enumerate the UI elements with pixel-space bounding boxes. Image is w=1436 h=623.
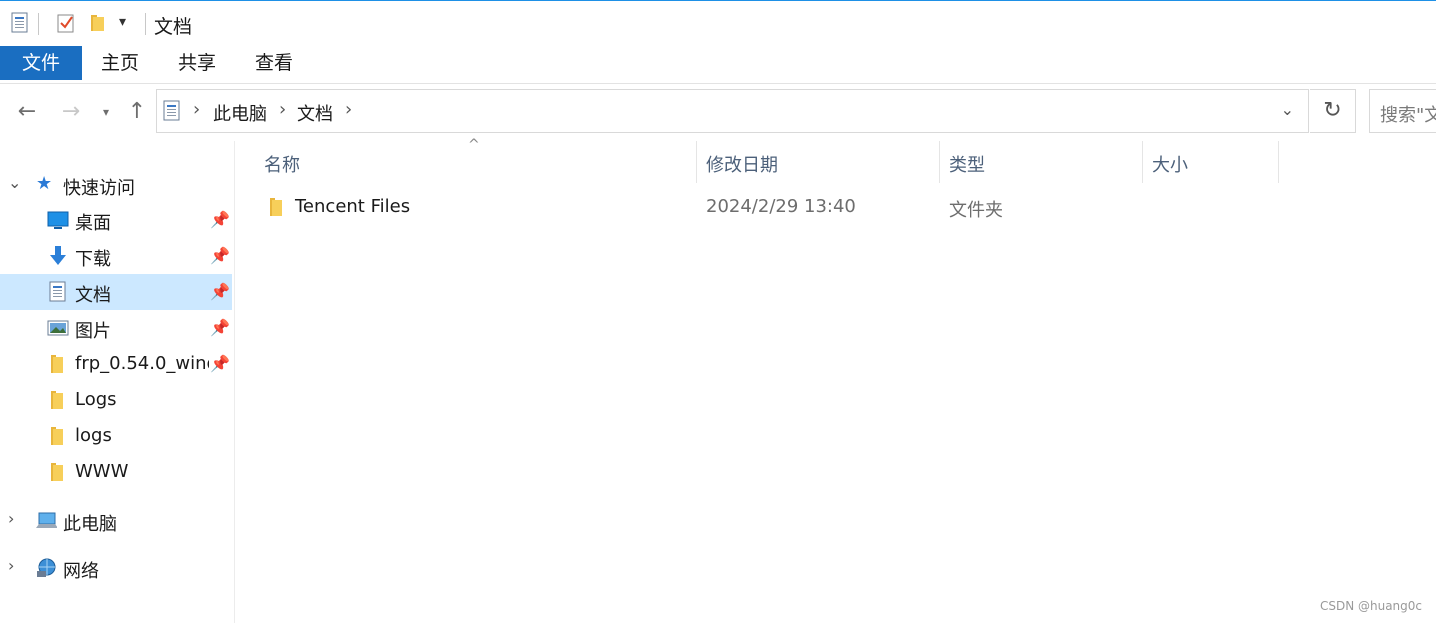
sidebar-item-label: 快速访问	[63, 178, 135, 199]
title-bar: ▾ 文档	[0, 4, 1436, 42]
new-folder-icon[interactable]	[88, 12, 108, 34]
download-icon	[50, 246, 66, 265]
file-name: Tencent Files	[295, 196, 411, 217]
star-icon: ★	[36, 173, 53, 194]
tab-home[interactable]: 主页	[90, 46, 150, 80]
column-header-modified[interactable]: 修改日期	[698, 141, 938, 183]
toolbar-separator	[38, 13, 39, 35]
sidebar-item-this-pc[interactable]: › 此电脑	[0, 503, 232, 539]
column-header-size[interactable]: 大小	[1144, 141, 1278, 183]
sidebar-item-label: logs	[75, 425, 112, 446]
folder-icon	[270, 198, 282, 216]
refresh-button[interactable]: ↻	[1310, 89, 1356, 133]
file-type: 文件夹	[949, 200, 1003, 221]
column-header-label: 修改日期	[706, 155, 778, 176]
sidebar-item-label: 下载	[75, 249, 111, 270]
column-divider[interactable]	[939, 141, 940, 183]
pin-icon[interactable]: 📌	[210, 282, 230, 301]
column-divider[interactable]	[1142, 141, 1143, 183]
breadcrumb-chevron-icon[interactable]: ›	[279, 99, 286, 120]
pictures-icon	[47, 320, 69, 336]
search-box[interactable]: 搜索"文	[1369, 89, 1436, 133]
chevron-right-icon[interactable]: ›	[8, 556, 14, 575]
pin-icon[interactable]: 📌	[210, 210, 230, 229]
breadcrumb-chevron-icon[interactable]: ›	[345, 99, 352, 120]
tab-view[interactable]: 查看	[244, 46, 304, 80]
column-header-label: 名称	[264, 155, 300, 176]
sidebar-item-label: 图片	[75, 321, 111, 342]
sidebar-item-pictures[interactable]: 图片 📌	[0, 310, 232, 346]
folder-icon	[51, 391, 63, 409]
column-header-name[interactable]: 名称	[256, 141, 696, 183]
chevron-down-icon: ▾	[102, 105, 110, 119]
column-divider[interactable]	[1278, 141, 1279, 183]
document-icon	[49, 281, 66, 302]
sidebar-item-network[interactable]: › 网络	[0, 550, 232, 586]
sidebar-item-label: 此电脑	[63, 514, 117, 535]
customize-toolbar-icon[interactable]: ▾	[119, 14, 126, 30]
properties-icon[interactable]	[56, 12, 76, 34]
sidebar-item-logs-upper[interactable]: Logs	[0, 382, 232, 418]
sidebar-item-label: 文档	[75, 285, 111, 306]
document-icon	[163, 100, 180, 121]
file-list: ^ 名称 修改日期 类型 大小 Tencent Files 2024/2/29 …	[236, 137, 1436, 623]
chevron-down-icon[interactable]: ⌄	[8, 173, 21, 192]
folder-icon	[51, 355, 63, 373]
breadcrumb-chevron-icon[interactable]: ›	[193, 99, 200, 120]
toolbar-separator	[145, 13, 146, 35]
watermark: CSDN @huang0c	[1319, 599, 1422, 613]
forward-button[interactable]: →	[56, 96, 86, 128]
back-button[interactable]: ←	[12, 96, 42, 128]
sidebar-item-label: 桌面	[75, 213, 111, 234]
network-icon	[37, 558, 56, 577]
up-button[interactable]: ↑	[122, 96, 152, 128]
ribbon: 文件 主页 共享 查看	[0, 46, 1436, 84]
breadcrumb-this-pc[interactable]: 此电脑	[213, 100, 267, 126]
recent-locations-button[interactable]: ▾	[96, 96, 116, 128]
column-header-label: 大小	[1152, 155, 1188, 176]
pin-icon[interactable]: 📌	[210, 246, 230, 265]
sidebar-item-www[interactable]: WWW	[0, 454, 232, 490]
sidebar-item-documents[interactable]: 文档 📌	[0, 274, 232, 310]
pin-icon[interactable]: 📌	[210, 318, 230, 337]
sidebar-item-label: Logs	[75, 389, 117, 410]
column-header-type[interactable]: 类型	[941, 141, 1141, 183]
desktop-icon	[47, 211, 69, 229]
window-title: 文档	[154, 16, 193, 38]
address-bar[interactable]: › 此电脑 › 文档 › ⌄	[156, 89, 1309, 133]
sidebar-item-frp[interactable]: frp_0.54.0_wind 📌	[0, 346, 232, 382]
sidebar-item-quick-access[interactable]: ⌄ ★ 快速访问	[0, 167, 232, 203]
file-modified: 2024/2/29 13:40	[706, 196, 856, 217]
sidebar-item-downloads[interactable]: 下载 📌	[0, 238, 232, 274]
chevron-right-icon[interactable]: ›	[8, 509, 14, 528]
address-dropdown-icon[interactable]: ⌄	[1281, 100, 1294, 119]
arrow-left-icon: ←	[17, 99, 37, 124]
table-row[interactable]: Tencent Files 2024/2/29 13:40 文件夹	[236, 189, 1436, 225]
search-placeholder: 搜索"文	[1380, 105, 1436, 126]
sidebar-item-logs-lower[interactable]: logs	[0, 418, 232, 454]
tab-share[interactable]: 共享	[167, 46, 227, 80]
refresh-icon: ↻	[1323, 98, 1342, 123]
sidebar-item-label: WWW	[75, 461, 129, 482]
folder-icon	[51, 463, 63, 481]
sidebar-item-label: frp_0.54.0_wind	[75, 353, 209, 374]
column-header-label: 类型	[949, 155, 985, 176]
sidebar-item-desktop[interactable]: 桌面 📌	[0, 202, 232, 238]
pin-icon[interactable]: 📌	[210, 354, 230, 373]
arrow-up-icon: ↑	[127, 99, 147, 124]
sidebar-item-label: 网络	[63, 561, 99, 582]
navigation-pane: ⌄ ★ 快速访问 桌面 📌 下载 📌 文档 📌 图片 📌 frp_0.54.0_…	[0, 141, 235, 623]
arrow-right-icon: →	[61, 99, 81, 124]
computer-icon	[36, 512, 57, 528]
column-divider[interactable]	[696, 141, 697, 183]
breadcrumb-documents[interactable]: 文档	[297, 100, 333, 126]
tab-file[interactable]: 文件	[0, 46, 82, 80]
window-top-border	[0, 0, 1436, 1]
document-icon	[11, 12, 28, 33]
folder-icon	[51, 427, 63, 445]
